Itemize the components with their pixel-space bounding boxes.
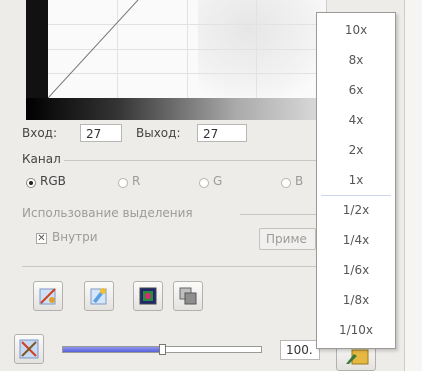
apply-button[interactable]: Приме bbox=[259, 228, 316, 250]
radio-g-label: G bbox=[213, 174, 223, 188]
zoom-menu-item[interactable]: 6x bbox=[317, 75, 395, 105]
tool-button[interactable] bbox=[14, 334, 44, 364]
radio-rgb[interactable] bbox=[26, 178, 36, 188]
window-edge bbox=[404, 0, 422, 371]
radio-r-label: R bbox=[132, 174, 141, 188]
curve-canvas[interactable] bbox=[48, 0, 327, 98]
input-field[interactable]: 27 bbox=[80, 124, 122, 142]
slider-handle[interactable] bbox=[159, 344, 166, 355]
clear-brush-icon bbox=[39, 288, 56, 305]
inside-checkbox[interactable]: ✕ bbox=[36, 233, 47, 244]
radio-b-label: B bbox=[295, 174, 304, 188]
zoom-menu-item[interactable]: 2x bbox=[317, 135, 395, 165]
zoom-menu-item[interactable]: 1/8x bbox=[317, 285, 395, 315]
zoom-dropdown-menu: 10x 8x 6x 4x 2x 1x 1/2x 1/4x 1/6x 1/8x 1/10x bbox=[316, 12, 396, 349]
copy-layers-icon bbox=[179, 287, 197, 305]
input-label: Вход: bbox=[22, 126, 58, 140]
clear-brush-button[interactable] bbox=[33, 281, 63, 311]
image-preview-icon bbox=[139, 287, 157, 305]
inside-label: Внутри bbox=[52, 230, 98, 244]
tone-curve[interactable] bbox=[48, 0, 326, 98]
zoom-menu-item[interactable]: 8x bbox=[317, 45, 395, 75]
paint-brush-button[interactable] bbox=[84, 281, 114, 311]
zoom-menu-item[interactable]: 1/4x bbox=[317, 225, 395, 255]
image-preview-button[interactable] bbox=[133, 281, 163, 311]
divider bbox=[64, 160, 316, 161]
selection-title: Использование выделения bbox=[22, 206, 193, 220]
zoom-menu-item[interactable]: 10x bbox=[317, 15, 395, 45]
zoom-menu-item[interactable]: 1/2x bbox=[317, 195, 395, 225]
zoom-menu-item[interactable]: 1/6x bbox=[317, 255, 395, 285]
radio-b[interactable] bbox=[281, 178, 291, 188]
paint-brush-icon bbox=[90, 288, 107, 305]
slider-fill bbox=[63, 347, 162, 352]
brush-cross-icon bbox=[19, 339, 39, 359]
radio-r[interactable] bbox=[118, 178, 128, 188]
copy-layers-button[interactable] bbox=[173, 281, 203, 311]
zoom-menu-item[interactable]: 4x bbox=[317, 105, 395, 135]
zoom-menu-item[interactable]: 1/10x bbox=[317, 315, 395, 345]
output-field[interactable]: 27 bbox=[197, 124, 247, 142]
radio-g[interactable] bbox=[199, 178, 209, 188]
curve-graph[interactable] bbox=[26, 0, 327, 120]
zoom-value-field[interactable]: 100. bbox=[280, 340, 320, 360]
opacity-slider[interactable] bbox=[62, 344, 262, 355]
radio-rgb-label: RGB bbox=[40, 174, 66, 188]
output-label: Выход: bbox=[136, 126, 181, 140]
zoom-menu-item[interactable]: 1x bbox=[317, 165, 395, 195]
divider bbox=[22, 266, 316, 267]
output-gradient-bar bbox=[26, 98, 326, 120]
channel-title: Канал bbox=[22, 152, 61, 166]
divider bbox=[240, 214, 316, 215]
